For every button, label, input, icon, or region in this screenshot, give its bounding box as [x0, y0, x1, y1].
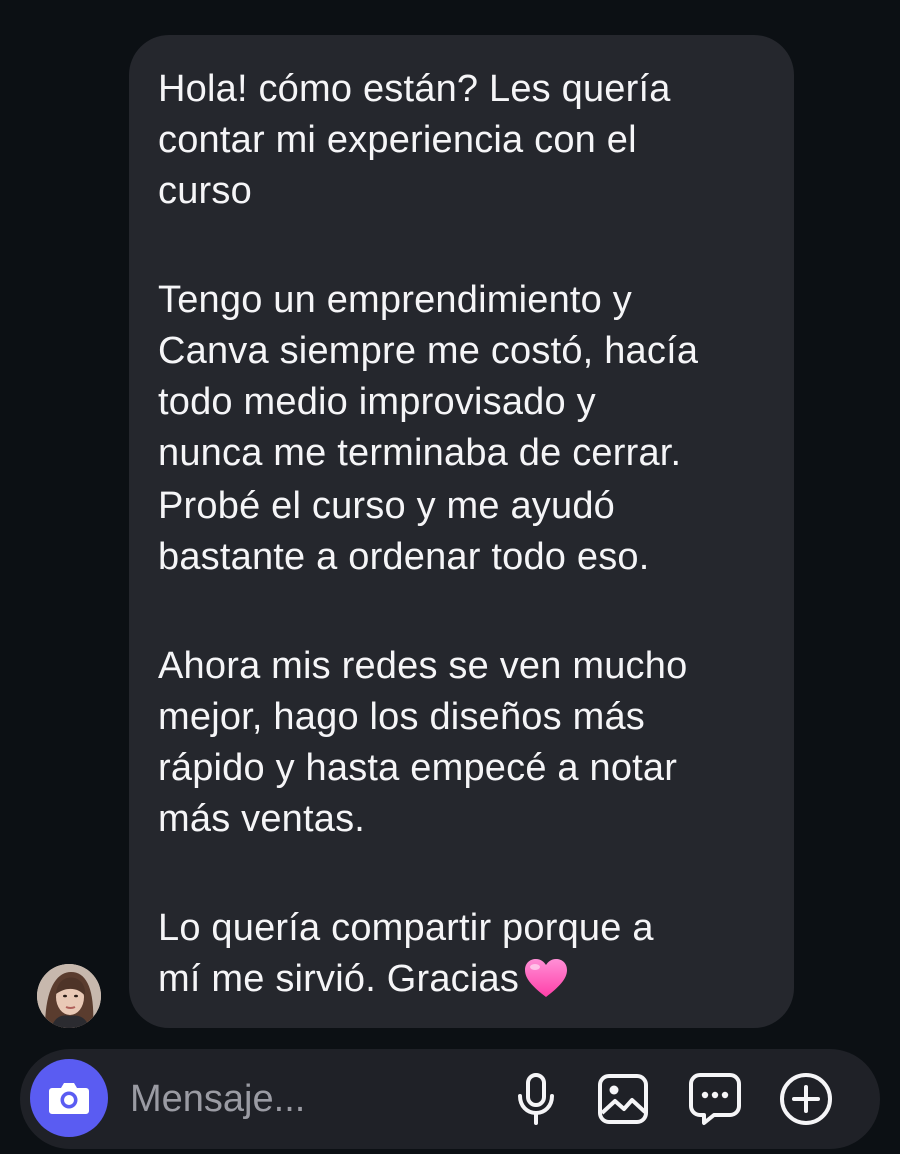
microphone-button[interactable]	[508, 1071, 564, 1127]
gallery-icon	[598, 1074, 648, 1124]
avatar-photo	[37, 964, 101, 1028]
message-input[interactable]	[130, 1073, 470, 1125]
sticker-button[interactable]	[687, 1071, 743, 1127]
avatar[interactable]	[37, 964, 101, 1028]
message-last-paragraph: Lo quería compartir porque a mí me sirvi…	[158, 903, 764, 1005]
message-bubble[interactable]: Hola! cómo están? Les quería contar mi e…	[129, 35, 794, 1028]
message-composer	[20, 1049, 880, 1149]
message-paragraph: Ahora mis redes se ven mucho mejor, hago…	[158, 645, 688, 840]
camera-icon	[49, 1083, 89, 1114]
camera-button[interactable]	[30, 1059, 108, 1137]
add-button[interactable]	[778, 1071, 834, 1127]
pink-heart-emoji	[523, 957, 569, 999]
add-icon	[780, 1073, 832, 1125]
message-paragraph: Hola! cómo están? Les quería contar mi e…	[158, 68, 671, 212]
chat-screen: Hola! cómo están? Les quería contar mi e…	[0, 0, 900, 1154]
message-paragraph: Probé el curso y me ayudó bastante a ord…	[158, 485, 650, 578]
gallery-button[interactable]	[595, 1071, 651, 1127]
microphone-icon	[518, 1073, 554, 1125]
sticker-icon	[689, 1073, 741, 1125]
message-paragraph: Tengo un emprendimiento y Canva siempre …	[158, 279, 699, 474]
message-paragraph: Lo quería compartir porque a mí me sirvi…	[158, 907, 654, 1000]
